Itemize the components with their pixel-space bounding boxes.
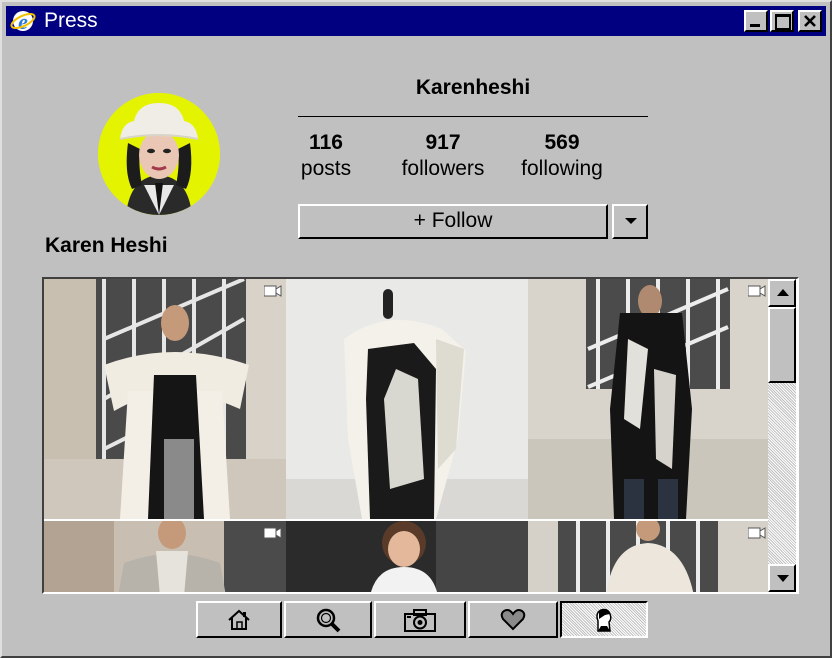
profile-avatar[interactable] <box>98 93 220 215</box>
window-title: Press <box>44 9 98 32</box>
followers-label: followers <box>401 157 485 180</box>
post-thumbnail[interactable] <box>528 521 770 592</box>
stat-posts[interactable]: 116 posts <box>298 130 354 182</box>
nav-search-button[interactable] <box>284 601 372 638</box>
posts-count: 116 <box>309 131 343 154</box>
maximize-button[interactable] <box>770 10 794 32</box>
camera-icon <box>404 608 436 632</box>
post-image <box>528 521 770 592</box>
post-thumbnail[interactable] <box>286 521 528 592</box>
minimize-button[interactable] <box>744 10 768 32</box>
title-bar[interactable]: e Press <box>6 6 826 36</box>
username-heading: Karenheshi <box>415 76 531 99</box>
nav-activity-button[interactable] <box>468 601 558 638</box>
nav-camera-button[interactable] <box>374 601 466 638</box>
scroll-thumb[interactable] <box>768 307 796 383</box>
svg-text:e: e <box>18 9 28 33</box>
video-camera-icon <box>748 527 766 539</box>
close-button[interactable] <box>798 10 822 32</box>
scroll-down-button[interactable] <box>768 564 796 592</box>
close-icon <box>804 15 816 27</box>
app-window: e Press Karen Heshi Karenheshi 116 posts… <box>0 0 832 658</box>
vertical-scrollbar[interactable] <box>768 279 796 592</box>
heart-icon <box>500 608 526 630</box>
stat-followers[interactable]: 917 followers <box>396 130 490 182</box>
post-image <box>528 279 770 519</box>
nav-profile-button[interactable] <box>560 601 648 638</box>
follow-button[interactable]: + Follow <box>298 204 608 239</box>
profile-icon <box>596 608 612 632</box>
following-count: 569 <box>544 131 580 154</box>
display-name: Karen Heshi <box>45 234 168 257</box>
post-image <box>44 279 286 519</box>
video-camera-icon <box>748 285 766 297</box>
video-camera-icon <box>264 285 282 297</box>
post-grid <box>42 277 799 594</box>
divider <box>298 116 648 117</box>
stat-following[interactable]: 569 following <box>516 130 608 182</box>
follow-dropdown-button[interactable] <box>612 204 648 239</box>
post-thumbnail[interactable] <box>44 279 286 519</box>
scroll-up-button[interactable] <box>768 279 796 307</box>
post-image <box>44 521 286 592</box>
nav-home-button[interactable] <box>196 601 282 638</box>
post-image <box>286 279 528 519</box>
browser-logo-icon: e <box>10 9 36 33</box>
post-image <box>286 521 528 592</box>
post-thumbnail[interactable] <box>528 279 770 519</box>
video-camera-icon <box>264 527 282 539</box>
search-icon <box>316 608 341 632</box>
post-thumbnail[interactable] <box>44 521 286 592</box>
avatar-image <box>98 93 220 215</box>
post-thumbnail[interactable] <box>286 279 528 519</box>
following-label: following <box>521 157 603 180</box>
followers-count: 917 <box>425 131 461 154</box>
posts-label: posts <box>300 157 352 180</box>
home-icon <box>228 609 250 630</box>
